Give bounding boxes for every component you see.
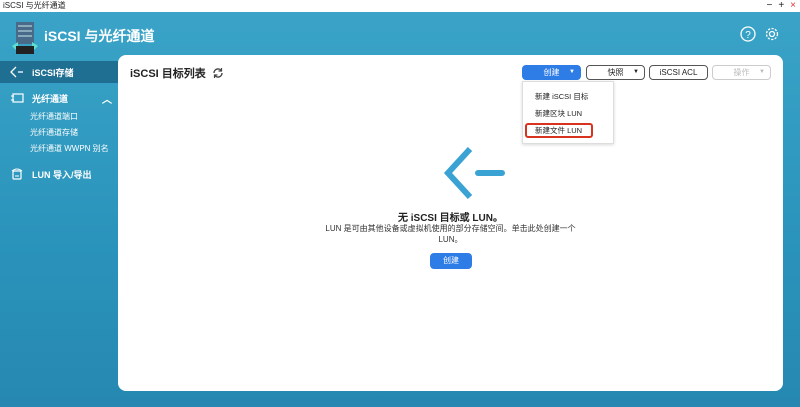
iscsi-acl-button[interactable]: iSCSI ACL [649, 65, 708, 80]
chevron-up-icon[interactable]: ︿ [102, 91, 112, 106]
menu-item-new-block-lun[interactable]: 新建区块 LUN [523, 106, 613, 121]
main-panel: iSCSI 目标列表 创建 ▼ 快照 ▼ iSCSI ACL 操作 ▼ 新建 iSCS… [118, 55, 783, 391]
iscsi-empty-illustration-icon [443, 146, 505, 200]
window-title: iSCSI 与光纤通道 [3, 1, 66, 10]
sidebar-item-label: 光纤通道 [32, 93, 69, 104]
lun-import-export-icon [11, 168, 23, 180]
window-titlebar: iSCSI 与光纤通道 − + × [0, 0, 800, 12]
create-button[interactable]: 创建 [430, 253, 472, 269]
sidebar-item-label: LUN 导入/导出 [32, 169, 92, 180]
app-title: iSCSI 与光纤通道 [44, 28, 155, 44]
minimize-button[interactable]: − [766, 0, 772, 12]
maximize-button[interactable]: + [778, 0, 784, 12]
caret-down-icon: ▼ [633, 69, 639, 75]
fibre-channel-icon [11, 93, 24, 103]
sidebar-item-lun-import-export[interactable]: LUN 导入/导出 [0, 163, 118, 185]
sidebar-item-label: iSCSI存储 [32, 67, 74, 78]
iscsi-icon [10, 66, 23, 78]
app-logo-icon [12, 22, 38, 54]
svg-text:?: ? [745, 30, 751, 41]
help-icon[interactable]: ? [740, 26, 756, 42]
snapshot-dropdown-button[interactable]: 快照 ▼ [586, 65, 645, 80]
empty-state-title: 无 iSCSI 目标或 LUN。 [397, 213, 503, 224]
sidebar-item-iscsi-storage[interactable]: iSCSI存储 [0, 61, 118, 83]
create-menu: 新建 iSCSI 目标 新建区块 LUN 新建文件 LUN [522, 81, 614, 144]
action-dropdown-button[interactable]: 操作 ▼ [712, 65, 771, 80]
page-title: iSCSI 目标列表 [130, 68, 206, 80]
close-button[interactable]: × [790, 0, 796, 12]
empty-state-description: LUN 是可由其他设备或虚拟机使用的部分存储空间。单击此处创建一个 LUN。 [325, 224, 576, 244]
refresh-icon[interactable] [212, 67, 224, 79]
app: iSCSI 与光纤通道 ? iSCSI存储 光纤通道 ︿ 光纤通道端口 光纤通道… [0, 12, 800, 407]
gear-icon[interactable] [764, 26, 780, 42]
create-dropdown-button[interactable]: 创建 ▼ [522, 65, 581, 80]
menu-item-new-file-lun[interactable]: 新建文件 LUN [525, 123, 593, 138]
sidebar-item-fc-ports[interactable]: 光纤通道端口 [0, 109, 118, 125]
sidebar-item-fc-wwpn-alias[interactable]: 光纤通道 WWPN 别名 [0, 141, 118, 157]
sidebar-item-fibre-channel[interactable]: 光纤通道 ︿ [0, 87, 118, 109]
sidebar-item-fc-storage[interactable]: 光纤通道存储 [0, 125, 118, 141]
menu-item-new-iscsi-target[interactable]: 新建 iSCSI 目标 [523, 89, 613, 104]
caret-down-icon: ▼ [759, 69, 765, 75]
sidebar: iSCSI存储 光纤通道 ︿ 光纤通道端口 光纤通道存储 光纤通道 WWPN 别… [0, 61, 118, 185]
caret-down-icon: ▼ [569, 69, 575, 75]
